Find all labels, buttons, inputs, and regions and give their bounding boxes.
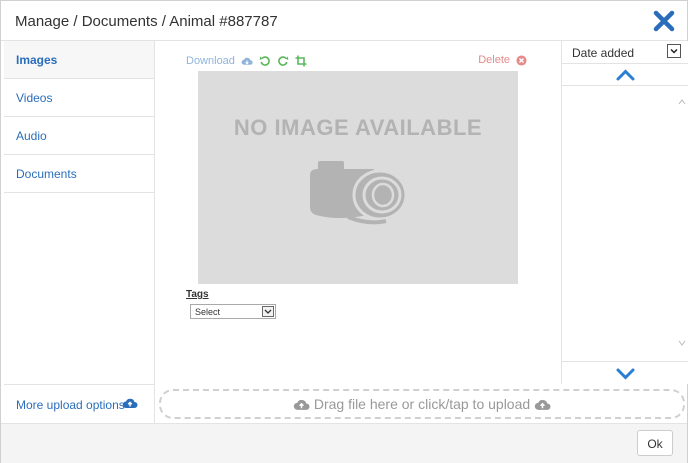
sidebar-item-images[interactable]: Images xyxy=(4,41,154,79)
tags-select-value: Select xyxy=(195,307,221,317)
sidebar-item-audio[interactable]: Audio xyxy=(4,117,154,155)
upload-zone-text: Drag file here or click/tap to upload xyxy=(313,396,531,412)
ok-button[interactable]: Ok xyxy=(637,430,673,456)
tags-select[interactable]: Select xyxy=(190,304,276,319)
more-upload-label: More upload options xyxy=(16,398,125,412)
tags-label: Tags xyxy=(186,289,209,300)
crop-icon[interactable] xyxy=(295,55,307,67)
cloud-upload-icon xyxy=(293,399,310,410)
sidebar-item-documents[interactable]: Documents xyxy=(4,155,154,193)
dialog-title: Manage / Documents / Animal #887787 xyxy=(15,13,278,30)
image-preview: NO IMAGE AVAILABLE xyxy=(198,71,518,284)
drag-drop-upload-zone[interactable]: Drag file here or click/tap to upload xyxy=(159,389,685,419)
camera-icon xyxy=(310,161,408,225)
delete-link[interactable]: Delete xyxy=(478,54,527,66)
image-viewer: Download Delete NO IMAGE AVAILABLE Tags … xyxy=(156,41,561,384)
scrollbar-up-arrow-icon[interactable] xyxy=(678,98,686,106)
sidebar-item-videos[interactable]: Videos xyxy=(4,79,154,117)
sort-chevron-down-icon[interactable] xyxy=(667,44,681,58)
download-link[interactable]: Download xyxy=(186,55,235,67)
thumbnail-panel: Date added xyxy=(561,41,688,384)
chevron-down-icon xyxy=(616,368,635,380)
dialog-footer: Ok xyxy=(1,423,687,463)
delete-circle-icon xyxy=(516,54,527,66)
scroll-down-button[interactable] xyxy=(562,361,688,384)
cloud-upload-icon xyxy=(534,399,551,410)
rotate-left-icon[interactable] xyxy=(259,55,271,67)
manage-documents-dialog: Manage / Documents / Animal #887787 Imag… xyxy=(0,0,688,463)
cloud-upload-icon xyxy=(122,397,138,412)
rotate-right-icon[interactable] xyxy=(277,55,289,67)
no-image-text: NO IMAGE AVAILABLE xyxy=(233,115,483,140)
chevron-down-icon xyxy=(262,306,274,317)
more-upload-options-link[interactable]: More upload options xyxy=(4,384,154,424)
dialog-header: Manage / Documents / Animal #887787 xyxy=(1,1,687,41)
chevron-up-icon xyxy=(616,69,635,81)
close-icon xyxy=(653,10,675,32)
media-type-sidebar: Images Videos Audio Documents More uploa… xyxy=(4,41,155,424)
cloud-download-icon[interactable] xyxy=(241,56,253,66)
delete-label: Delete xyxy=(478,54,510,66)
scroll-up-button[interactable] xyxy=(562,64,688,86)
close-button[interactable] xyxy=(653,10,675,32)
sort-select-value: Date added xyxy=(572,46,635,60)
scrollbar-down-arrow-icon[interactable] xyxy=(678,339,686,347)
image-toolbar: Download xyxy=(186,54,307,68)
sort-select[interactable]: Date added xyxy=(562,41,688,64)
